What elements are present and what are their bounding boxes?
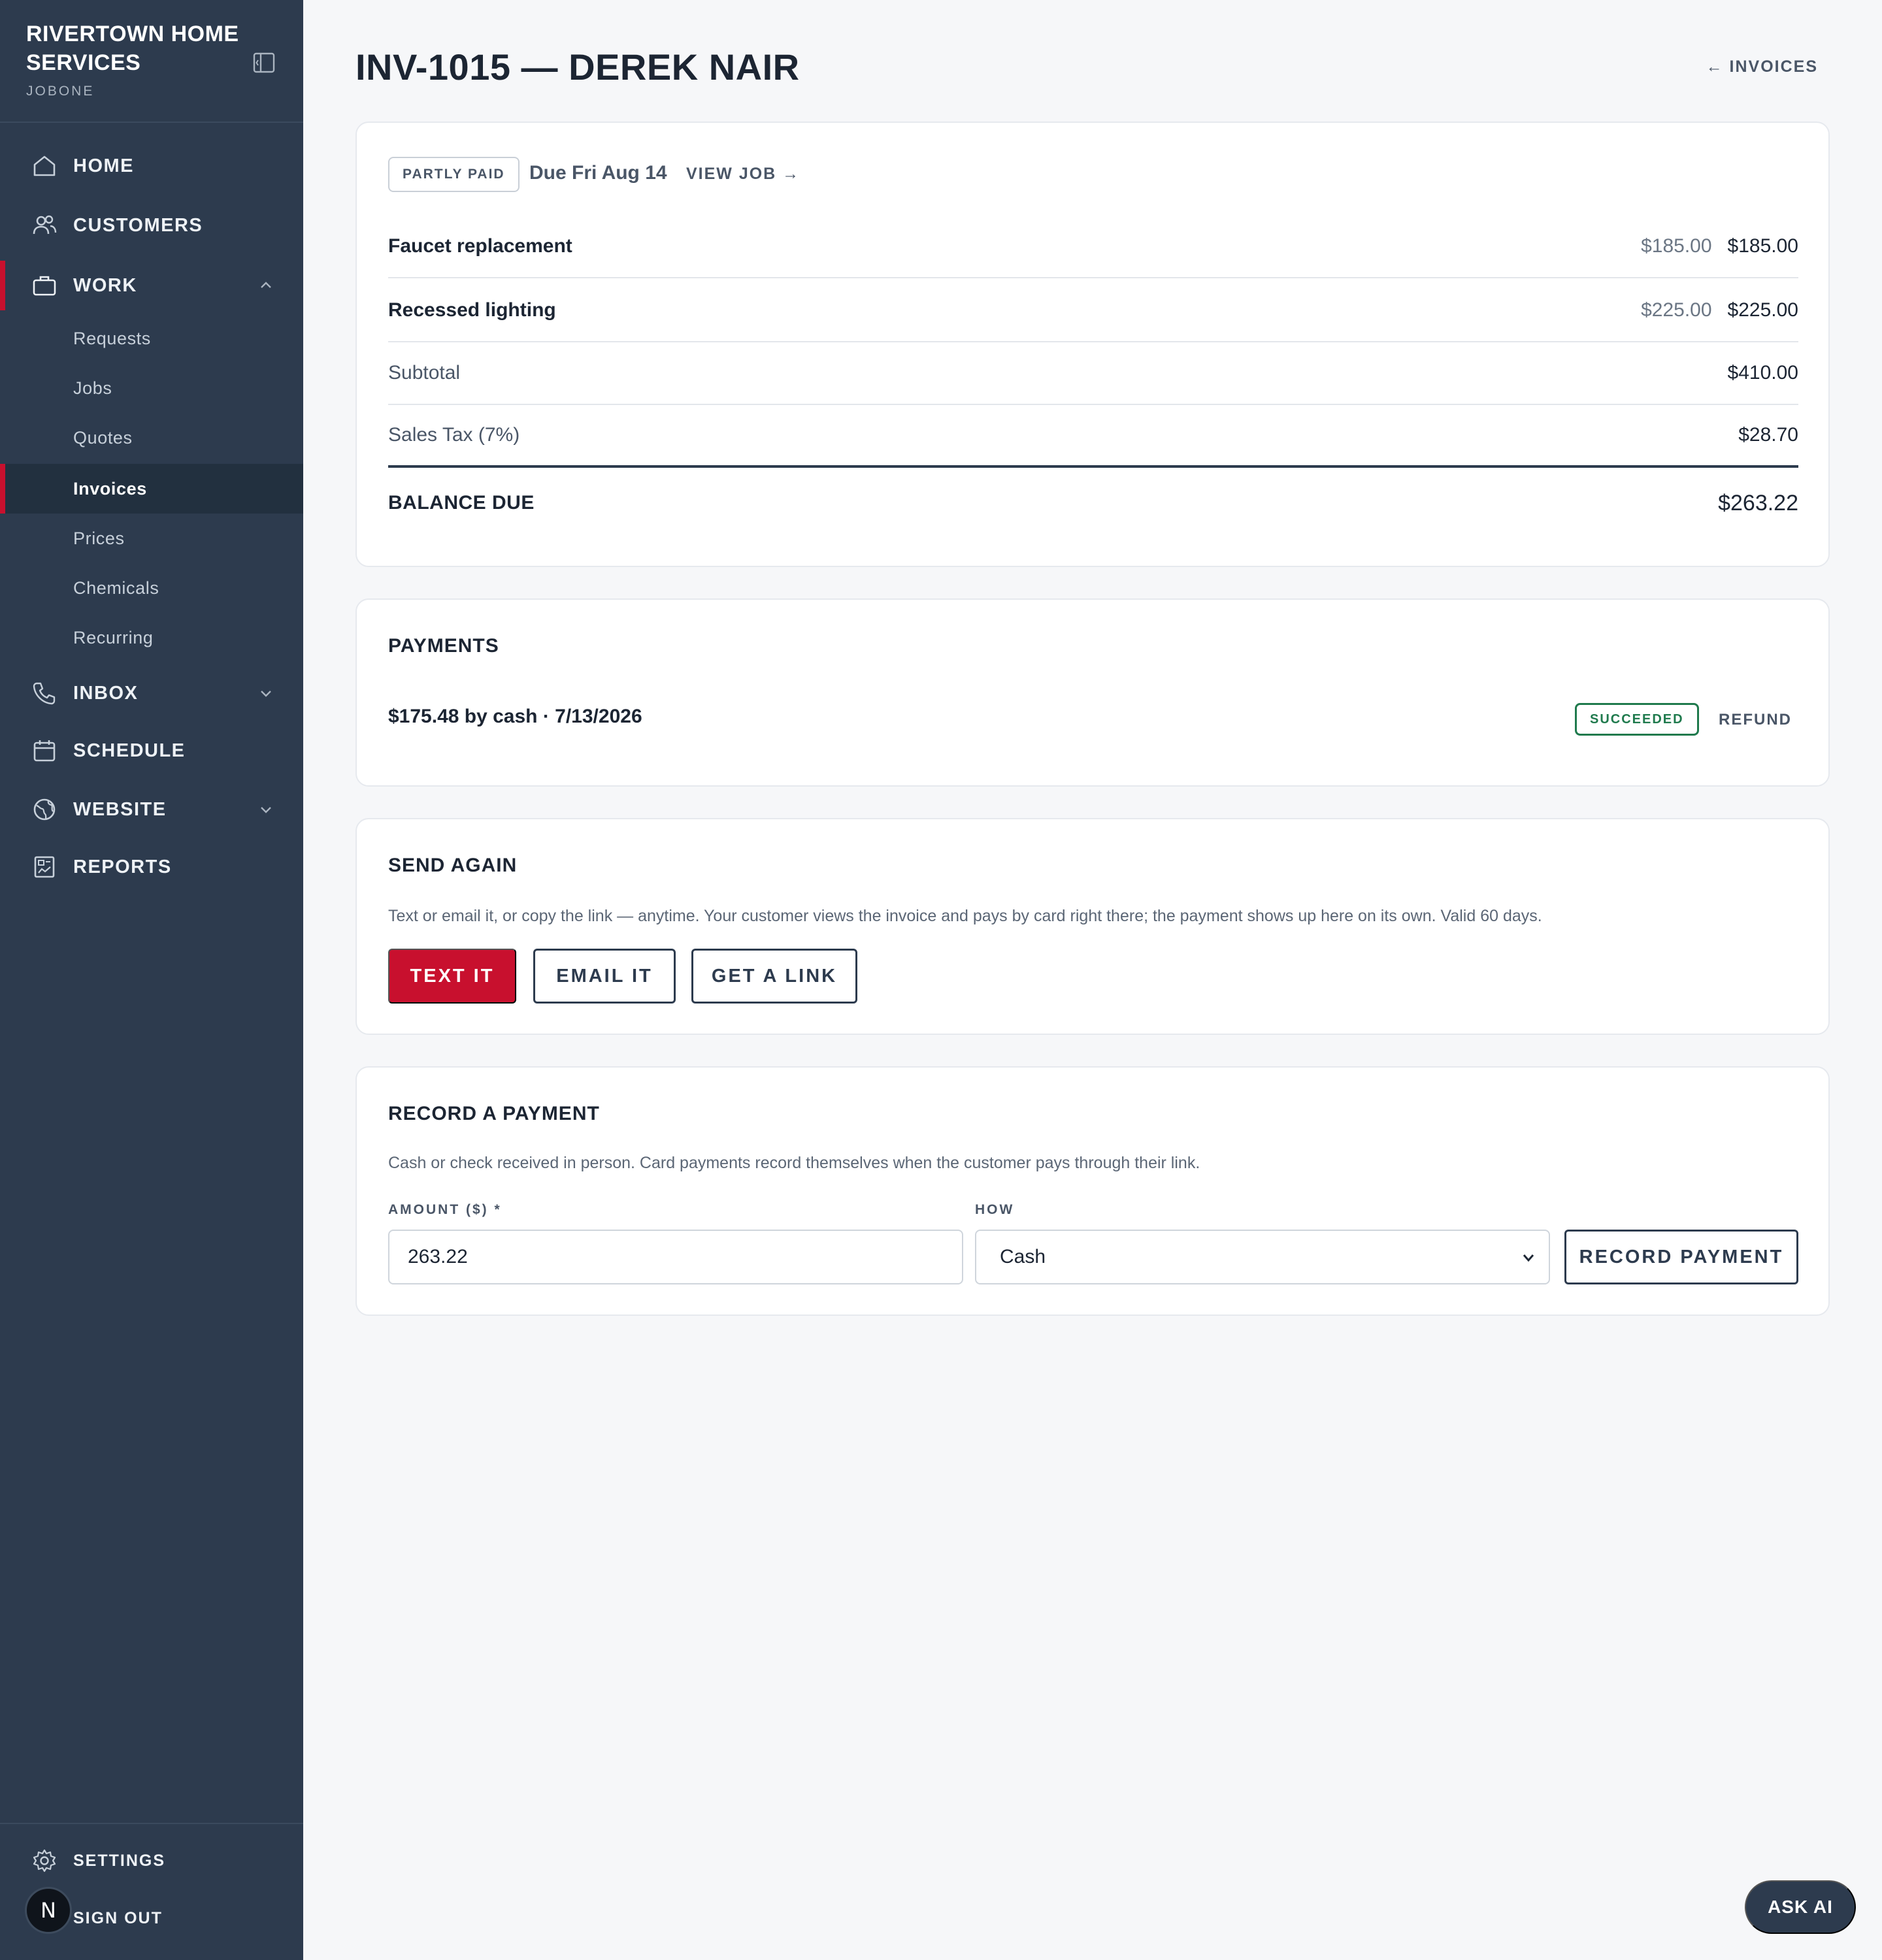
sidebar-item-quotes[interactable]: Quotes bbox=[0, 413, 303, 463]
sidebar-item-recurring[interactable]: Recurring bbox=[0, 613, 303, 662]
nav-customers-label: CUSTOMERS bbox=[73, 214, 203, 236]
payments-heading: PAYMENTS bbox=[388, 635, 499, 657]
nav-settings[interactable]: SETTINGS bbox=[0, 1836, 303, 1886]
calendar-icon bbox=[31, 738, 58, 764]
line-item-total: $185.00 bbox=[1727, 235, 1798, 257]
gear-icon bbox=[31, 1848, 58, 1874]
sidebar-item-label: Recurring bbox=[73, 627, 154, 647]
chevron-down-icon bbox=[1520, 1249, 1537, 1266]
sidebar-item-requests[interactable]: Requests bbox=[0, 314, 303, 363]
nav-settings-label: SETTINGS bbox=[73, 1851, 166, 1870]
nav-website-label: WEBSITE bbox=[73, 798, 167, 820]
view-job-link[interactable]: VIEW JOB → bbox=[686, 165, 800, 184]
sidebar-bottom-divider bbox=[0, 1823, 303, 1824]
nav-website[interactable]: WEBSITE bbox=[0, 785, 303, 834]
due-date: Due Fri Aug 14 bbox=[529, 162, 667, 184]
line-item-unit-price: $185.00 bbox=[1641, 235, 1712, 257]
page-title: INV-1015 — DEREK NAIR bbox=[355, 46, 800, 88]
brand-name: RIVERTOWN HOME SERVICES bbox=[26, 22, 239, 75]
line-item-row: Faucet replacement $185.00 $185.00 bbox=[388, 216, 1798, 278]
nav-sign-out-label: SIGN OUT bbox=[73, 1908, 163, 1927]
amount-label: AMOUNT ($) * bbox=[388, 1202, 502, 1217]
nav-home-label: HOME bbox=[73, 155, 134, 176]
amount-input[interactable]: 263.22 bbox=[388, 1230, 963, 1284]
sidebar-item-label: Jobs bbox=[73, 378, 112, 398]
sidebar-item-prices[interactable]: Prices bbox=[0, 514, 303, 563]
back-to-invoices-link[interactable]: ← INVOICES bbox=[1706, 57, 1818, 76]
nav-inbox-label: INBOX bbox=[73, 682, 139, 704]
balance-row: BALANCE DUE $263.22 bbox=[388, 472, 1798, 534]
send-again-heading: SEND AGAIN bbox=[388, 855, 518, 876]
nav-work[interactable]: WORK bbox=[0, 261, 303, 310]
nav-home[interactable]: HOME bbox=[0, 141, 303, 191]
invoice-card: PARTLY PAID Due Fri Aug 14 VIEW JOB → Fa… bbox=[355, 122, 1830, 567]
send-again-card: SEND AGAIN Text or email it, or copy the… bbox=[355, 818, 1830, 1035]
subtotal-row: Subtotal $410.00 bbox=[388, 342, 1798, 405]
get-link-button[interactable]: GET A LINK bbox=[691, 949, 857, 1004]
line-item-total: $225.00 bbox=[1727, 299, 1798, 321]
nav-inbox[interactable]: INBOX bbox=[0, 668, 303, 718]
text-it-button[interactable]: TEXT IT bbox=[388, 949, 516, 1004]
nav-schedule-label: SCHEDULE bbox=[73, 740, 186, 761]
briefcase-icon bbox=[31, 272, 58, 299]
globe-icon bbox=[31, 796, 58, 823]
phone-icon bbox=[31, 680, 58, 706]
sidebar-item-label: Prices bbox=[73, 528, 125, 548]
send-again-help: Text or email it, or copy the link — any… bbox=[388, 907, 1542, 925]
sidebar-item-chemicals[interactable]: Chemicals bbox=[0, 563, 303, 613]
sidebar-item-label: Invoices bbox=[73, 478, 147, 498]
nav-sign-out[interactable]: SIGN OUT bbox=[0, 1893, 303, 1943]
record-payment-button[interactable]: RECORD PAYMENT bbox=[1564, 1230, 1798, 1284]
nav-schedule[interactable]: SCHEDULE bbox=[0, 726, 303, 776]
payments-card: PAYMENTS $175.48 by cash · 7/13/2026 SUC… bbox=[355, 598, 1830, 787]
tax-label: Sales Tax (7%) bbox=[388, 424, 520, 446]
line-item-unit-price: $225.00 bbox=[1641, 299, 1712, 321]
nav-reports[interactable]: REPORTS bbox=[0, 842, 303, 892]
nav-reports-label: REPORTS bbox=[73, 856, 172, 877]
payment-method-value: Cash bbox=[1000, 1246, 1046, 1267]
sidebar-item-label: Quotes bbox=[73, 427, 133, 448]
record-payment-heading: RECORD A PAYMENT bbox=[388, 1103, 600, 1124]
sidebar-item-invoices[interactable]: Invoices bbox=[0, 464, 303, 514]
brand: RIVERTOWN HOME SERVICES JOBONE bbox=[26, 20, 242, 99]
subtotal-label: Subtotal bbox=[388, 362, 461, 384]
balance-due-label: BALANCE DUE bbox=[388, 492, 535, 514]
refund-button[interactable]: REFUND bbox=[1719, 711, 1792, 729]
chevron-up-icon bbox=[257, 277, 274, 294]
sidebar-item-label: Chemicals bbox=[73, 578, 159, 598]
balance-due-value: $263.22 bbox=[1718, 490, 1798, 515]
sidebar-item-label: Requests bbox=[73, 328, 151, 348]
brand-divider bbox=[0, 122, 303, 123]
tax-row: Sales Tax (7%) $28.70 bbox=[388, 405, 1798, 468]
payment-status-badge: SUCCEEDED bbox=[1575, 703, 1699, 736]
sidebar-item-jobs[interactable]: Jobs bbox=[0, 363, 303, 413]
ask-ai-button[interactable]: ASK AI bbox=[1745, 1880, 1856, 1934]
record-payment-card: RECORD A PAYMENT Cash or check received … bbox=[355, 1066, 1830, 1316]
record-payment-help: Cash or check received in person. Card p… bbox=[388, 1154, 1200, 1172]
nav-work-label: WORK bbox=[73, 274, 137, 296]
users-icon bbox=[31, 212, 58, 238]
tax-value: $28.70 bbox=[1738, 424, 1798, 446]
how-label: HOW bbox=[975, 1202, 1015, 1217]
sidebar: RIVERTOWN HOME SERVICES JOBONE HOME CUST… bbox=[0, 0, 303, 1960]
chevron-down-icon bbox=[257, 685, 274, 702]
report-icon bbox=[31, 854, 58, 880]
line-item-name: Recessed lighting bbox=[388, 299, 556, 321]
home-icon bbox=[31, 153, 58, 179]
status-badge: PARTLY PAID bbox=[388, 157, 520, 192]
subtotal-value: $410.00 bbox=[1727, 362, 1798, 384]
nav-customers[interactable]: CUSTOMERS bbox=[0, 201, 303, 250]
brand-subtitle: JOBONE bbox=[26, 84, 95, 99]
payment-method-select[interactable]: Cash bbox=[975, 1230, 1550, 1284]
email-it-button[interactable]: EMAIL IT bbox=[533, 949, 676, 1004]
payment-entry: $175.48 by cash · 7/13/2026 bbox=[388, 706, 642, 727]
line-item-name: Faucet replacement bbox=[388, 235, 572, 257]
chevron-down-icon bbox=[257, 801, 274, 818]
collapse-sidebar-icon[interactable] bbox=[252, 51, 276, 74]
line-item-row: Recessed lighting $225.00 $225.00 bbox=[388, 280, 1798, 342]
